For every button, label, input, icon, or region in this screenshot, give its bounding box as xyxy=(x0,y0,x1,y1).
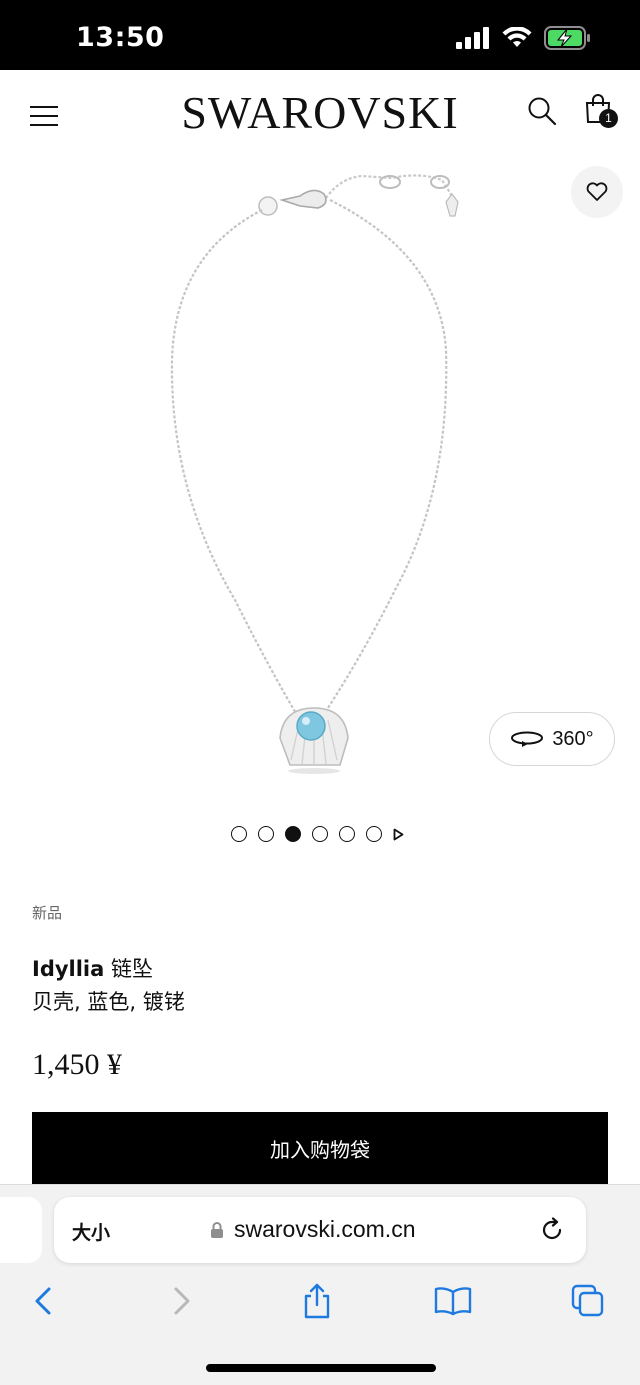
add-to-bag-button[interactable]: 加入购物袋 xyxy=(32,1112,608,1184)
back-button[interactable] xyxy=(23,1281,63,1321)
view-360-button[interactable]: 360° xyxy=(489,712,615,766)
product-name: Idyllia xyxy=(32,957,105,981)
browser-bottom-bar: 大小 swarovski.com.cn xyxy=(0,1184,640,1385)
share-icon xyxy=(304,1283,330,1319)
status-bar: 13:50 xyxy=(0,0,640,70)
product-type: 链坠 xyxy=(111,957,153,981)
status-time: 13:50 xyxy=(76,22,165,53)
carousel-dot[interactable] xyxy=(339,826,355,842)
share-button[interactable] xyxy=(297,1281,337,1321)
chevron-right-icon xyxy=(174,1287,190,1315)
new-badge: 新品 xyxy=(32,904,63,922)
battery-charging-icon xyxy=(544,26,590,50)
carousel-dot[interactable] xyxy=(312,826,328,842)
bag-count-badge: 1 xyxy=(599,109,618,128)
book-icon xyxy=(434,1287,472,1316)
wifi-icon xyxy=(502,27,532,47)
rotate-360-icon xyxy=(511,731,544,747)
address-bar[interactable]: 大小 swarovski.com.cn xyxy=(54,1197,586,1263)
search-icon xyxy=(528,97,557,126)
product-gallery[interactable]: 360° xyxy=(0,160,640,810)
bookmarks-button[interactable] xyxy=(433,1281,473,1321)
forward-button[interactable] xyxy=(162,1281,202,1321)
url-text[interactable]: swarovski.com.cn xyxy=(234,1216,415,1243)
carousel-pagination xyxy=(231,826,405,842)
lock-icon xyxy=(211,1222,223,1238)
tabs-button[interactable] xyxy=(568,1281,608,1321)
carousel-dot[interactable] xyxy=(366,826,382,842)
carousel-dot[interactable] xyxy=(258,826,274,842)
chevron-left-icon xyxy=(35,1287,51,1315)
shopping-bag-button[interactable]: 1 xyxy=(584,94,620,130)
heart-icon xyxy=(586,182,608,201)
cellular-signal-icon xyxy=(456,27,489,49)
play-icon xyxy=(393,828,404,840)
product-details: 贝壳, 蓝色, 镀铑 xyxy=(32,990,185,1014)
search-button[interactable] xyxy=(527,96,557,126)
home-indicator[interactable] xyxy=(206,1364,436,1372)
browser-toolbar xyxy=(0,1281,640,1321)
reload-icon[interactable] xyxy=(539,1217,565,1243)
view-360-label: 360° xyxy=(552,727,594,750)
product-price: 1,450 ¥ xyxy=(32,1048,122,1081)
site-header: SWAROVSKI 1 xyxy=(0,70,640,160)
text-size-button[interactable]: 大小 xyxy=(72,1218,110,1245)
wishlist-button[interactable] xyxy=(571,166,623,218)
tabs-icon xyxy=(571,1284,604,1317)
carousel-play-button[interactable] xyxy=(393,826,405,842)
carousel-dot[interactable] xyxy=(231,826,247,842)
previous-tab-preview[interactable] xyxy=(0,1197,42,1263)
status-icons xyxy=(456,26,592,50)
carousel-dot-active[interactable] xyxy=(285,826,301,842)
product-title: Idyllia 链坠 xyxy=(32,953,153,983)
